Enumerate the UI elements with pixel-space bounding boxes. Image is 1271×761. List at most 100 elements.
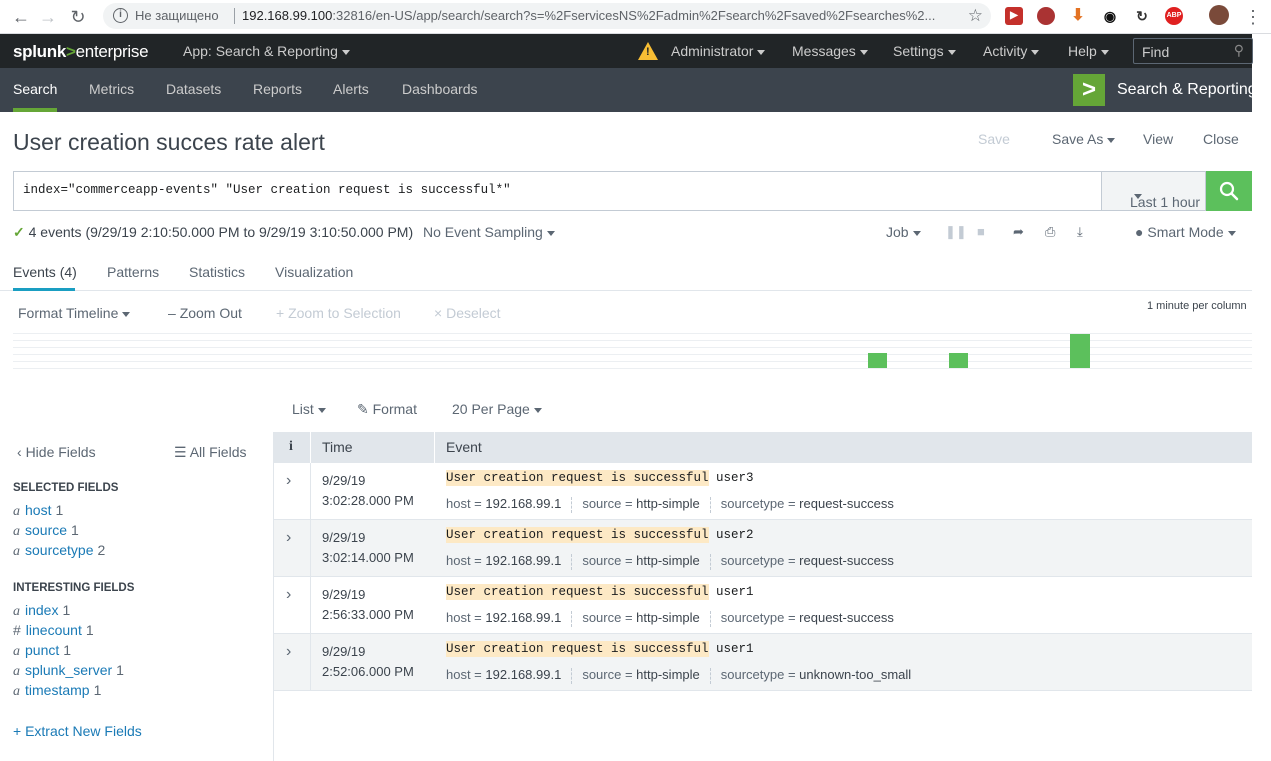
sync-extension-icon[interactable]: ↻	[1133, 7, 1151, 25]
table-row[interactable]: › 9/29/19 2:56:33.000 PM User creation re…	[274, 577, 1252, 634]
view-button[interactable]: View	[1143, 131, 1173, 147]
sourcetype-value[interactable]: unknown-too_small	[799, 667, 911, 682]
warning-icon[interactable]: !	[638, 42, 658, 60]
nav-dashboards[interactable]: Dashboards	[402, 81, 478, 97]
chevron-right-icon[interactable]: ›	[286, 529, 291, 547]
export-icon[interactable]: ⤓	[1077, 224, 1083, 240]
nav-datasets[interactable]: Datasets	[166, 81, 221, 97]
save-button[interactable]: Save	[978, 131, 1010, 147]
search-button[interactable]	[1206, 171, 1252, 211]
extension-red-icon[interactable]: ▶	[1005, 7, 1023, 25]
search-icon[interactable]: ⚲	[1234, 42, 1244, 59]
event-column-header[interactable]: Event	[446, 439, 482, 455]
source-value[interactable]: http-simple	[636, 667, 700, 682]
chevron-right-icon[interactable]: ›	[286, 586, 291, 604]
zoom-to-selection-button[interactable]: + Zoom to Selection	[276, 305, 401, 321]
table-row[interactable]: › 9/29/19 3:02:14.000 PM User creation re…	[274, 520, 1252, 577]
field-linecount[interactable]: # linecount 1	[13, 622, 94, 638]
event-rest[interactable]: user3	[709, 471, 754, 485]
back-icon[interactable]: ←	[10, 6, 32, 28]
deselect-button[interactable]: × Deselect	[434, 305, 501, 321]
timeline-bar[interactable]	[868, 353, 887, 368]
eye-extension-icon[interactable]: ◉	[1101, 7, 1119, 25]
nav-search[interactable]: Search	[13, 81, 57, 97]
url-text[interactable]: 192.168.99.100:32816/en-US/app/search/se…	[242, 8, 957, 23]
print-icon[interactable]: ⎙	[1045, 224, 1055, 240]
event-timeline[interactable]	[13, 333, 1252, 369]
pause-icon[interactable]: ❚❚	[945, 224, 967, 240]
chevron-right-icon[interactable]: ›	[286, 472, 291, 490]
event-rest[interactable]: user1	[709, 585, 754, 599]
bookmark-star-icon[interactable]: ☆	[968, 6, 983, 26]
time-range-picker[interactable]: Last 1 hour	[1101, 171, 1206, 211]
profile-avatar[interactable]	[1209, 5, 1229, 25]
sourcetype-value[interactable]: request-success	[799, 553, 894, 568]
extension-avatar-icon[interactable]	[1037, 7, 1055, 25]
info-column-header[interactable]: i	[289, 439, 293, 455]
host-value[interactable]: 192.168.99.1	[485, 667, 561, 682]
field-timestamp[interactable]: a timestamp 1	[13, 682, 101, 700]
event-time[interactable]: 9/29/19 3:02:28.000 PM	[322, 471, 414, 511]
extract-new-fields-link[interactable]: + Extract New Fields	[13, 723, 142, 739]
event-match[interactable]: User creation request is successful	[446, 584, 709, 600]
address-bar[interactable]: i Не защищено 192.168.99.100:32816/en-US…	[103, 3, 991, 29]
activity-menu[interactable]: Activity	[983, 43, 1040, 59]
format-button[interactable]: ✎ Format	[357, 401, 417, 418]
event-time[interactable]: 9/29/19 3:02:14.000 PM	[322, 528, 414, 568]
per-page-dropdown[interactable]: 20 Per Page	[452, 401, 542, 417]
sourcetype-value[interactable]: request-success	[799, 496, 894, 511]
user-menu[interactable]: Administrator	[671, 43, 766, 59]
sourcetype-value[interactable]: request-success	[799, 610, 894, 625]
all-fields-button[interactable]: ☰ All Fields	[174, 444, 246, 461]
field-source[interactable]: a source 1	[13, 522, 79, 540]
close-button[interactable]: Close	[1203, 131, 1239, 147]
tab-patterns[interactable]: Patterns	[107, 264, 159, 280]
event-time[interactable]: 9/29/19 2:52:06.000 PM	[322, 642, 414, 682]
nav-alerts[interactable]: Alerts	[333, 81, 369, 97]
event-raw[interactable]: User creation request is successful user…	[446, 641, 754, 657]
messages-menu[interactable]: Messages	[792, 43, 868, 59]
reload-icon[interactable]: ↻	[67, 6, 89, 28]
source-value[interactable]: http-simple	[636, 553, 700, 568]
source-value[interactable]: http-simple	[636, 496, 700, 511]
field-splunk-server[interactable]: a splunk_server 1	[13, 662, 124, 680]
info-icon[interactable]: i	[113, 8, 128, 23]
host-value[interactable]: 192.168.99.1	[485, 496, 561, 511]
app-menu[interactable]: App: Search & Reporting	[183, 43, 350, 59]
host-value[interactable]: 192.168.99.1	[485, 553, 561, 568]
field-punct[interactable]: a punct 1	[13, 642, 71, 660]
table-row[interactable]: › 9/29/19 3:02:28.000 PM User creation re…	[274, 463, 1252, 520]
search-query-input[interactable]: index="commerceapp-events" "User creatio…	[13, 171, 1102, 211]
event-match[interactable]: User creation request is successful	[446, 641, 709, 657]
event-raw[interactable]: User creation request is successful user…	[446, 527, 754, 543]
job-menu[interactable]: Job	[886, 224, 921, 240]
nav-metrics[interactable]: Metrics	[89, 81, 134, 97]
chevron-right-icon[interactable]: ›	[286, 643, 291, 661]
time-column-header[interactable]: Time	[322, 439, 353, 455]
forward-icon[interactable]: →	[37, 6, 59, 28]
tab-visualization[interactable]: Visualization	[275, 264, 353, 280]
zoom-out-button[interactable]: – Zoom Out	[168, 305, 242, 321]
timeline-bar[interactable]	[1070, 334, 1090, 368]
nav-reports[interactable]: Reports	[253, 81, 302, 97]
event-raw[interactable]: User creation request is successful user…	[446, 470, 754, 486]
event-rest[interactable]: user1	[709, 642, 754, 656]
field-sourcetype[interactable]: a sourcetype 2	[13, 542, 105, 560]
tab-events[interactable]: Events (4)	[13, 264, 77, 280]
search-mode-dropdown[interactable]: ● Smart Mode	[1135, 224, 1236, 240]
event-match[interactable]: User creation request is successful	[446, 527, 709, 543]
settings-menu[interactable]: Settings	[893, 43, 956, 59]
save-as-button[interactable]: Save As	[1052, 131, 1116, 147]
hide-fields-button[interactable]: ‹ Hide Fields	[17, 444, 96, 460]
event-match[interactable]: User creation request is successful	[446, 470, 709, 486]
help-menu[interactable]: Help	[1068, 43, 1109, 59]
splunk-logo[interactable]: splunk>enterprise	[13, 42, 149, 62]
host-value[interactable]: 192.168.99.1	[485, 610, 561, 625]
format-timeline-dropdown[interactable]: Format Timeline	[18, 305, 131, 321]
share-icon[interactable]: ➦	[1013, 224, 1024, 240]
event-sampling-dropdown[interactable]: No Event Sampling	[423, 224, 555, 240]
tab-statistics[interactable]: Statistics	[189, 264, 245, 280]
table-row[interactable]: › 9/29/19 2:52:06.000 PM User creation re…	[274, 634, 1252, 691]
download-extension-icon[interactable]: ⬇	[1069, 7, 1087, 25]
field-host[interactable]: a host 1	[13, 502, 63, 520]
